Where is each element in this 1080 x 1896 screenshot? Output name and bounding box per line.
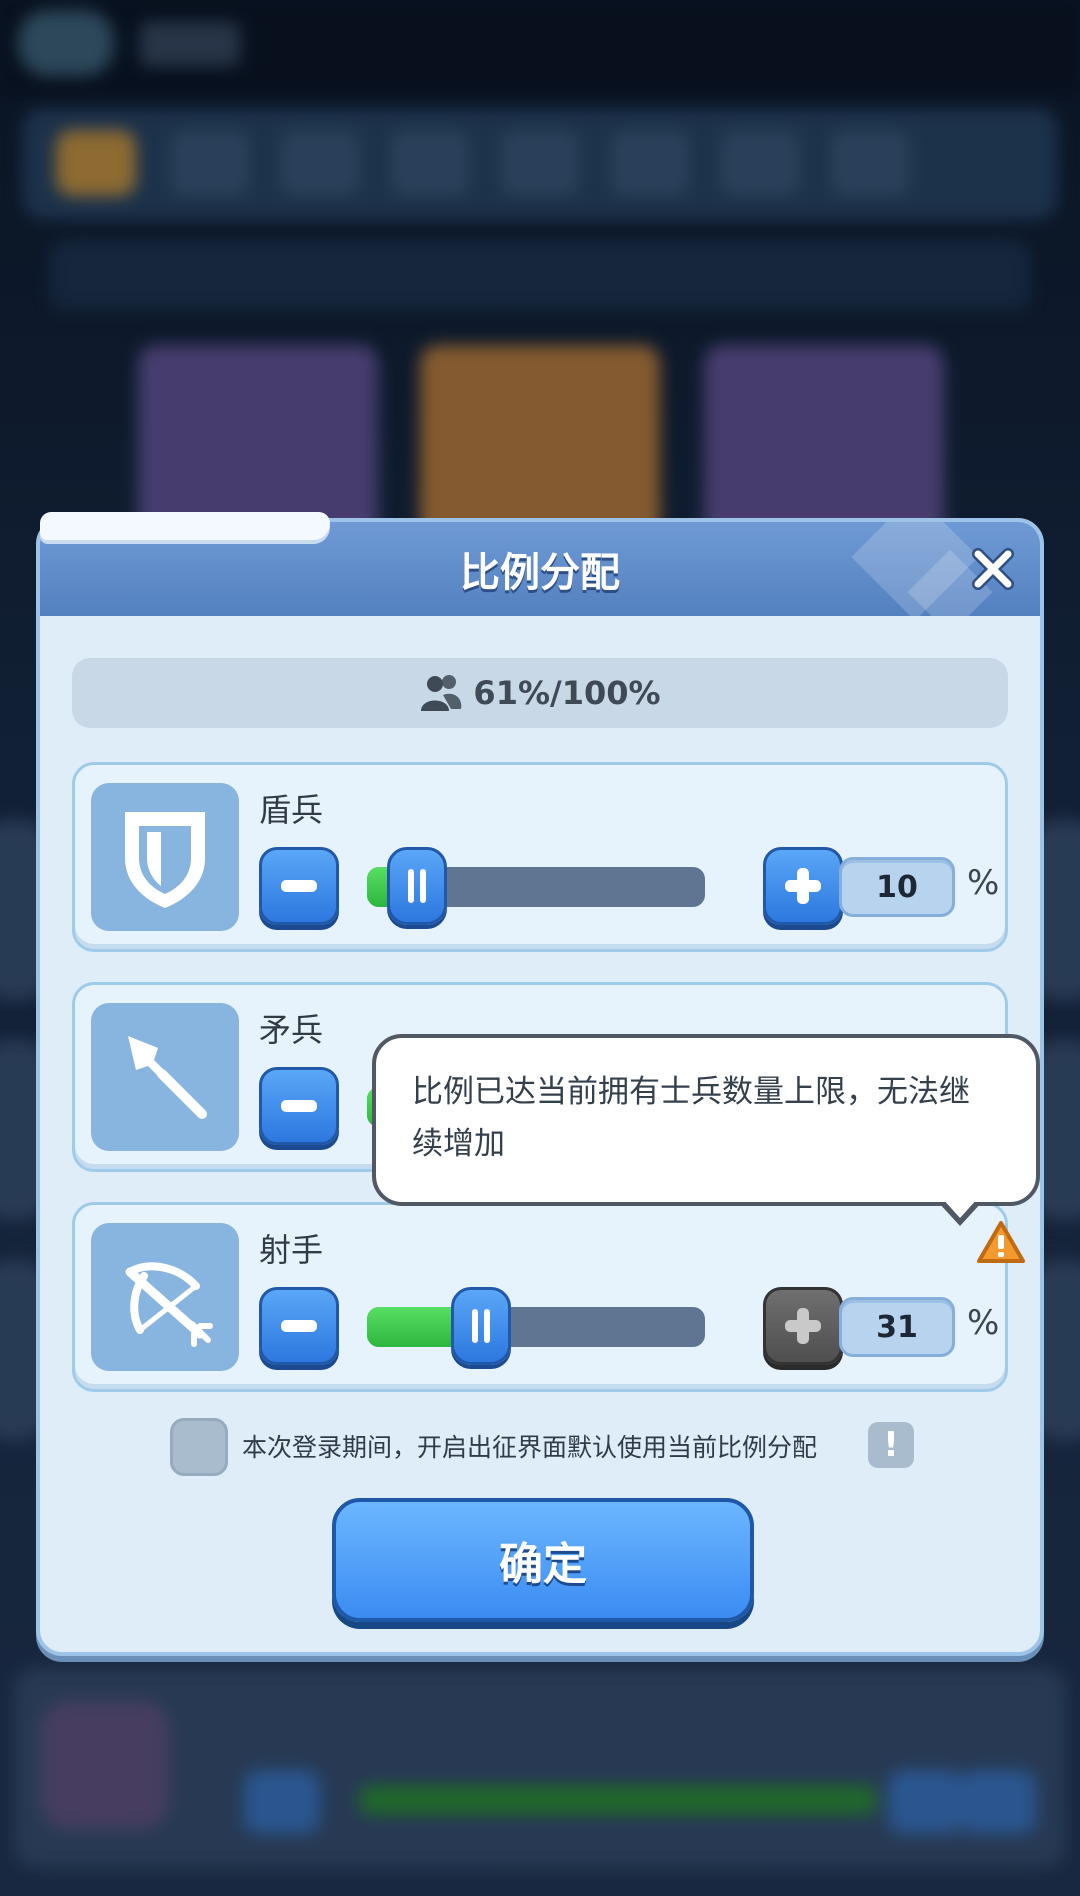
unit-name: 盾兵 [259,791,324,829]
checkbox-label: 本次登录期间，开启出征界面默认使用当前比例分配 [242,1433,818,1462]
minus-icon [281,1100,317,1112]
increase-button-disabled[interactable] [763,1287,843,1365]
close-icon [972,548,1014,590]
minus-icon [281,1320,317,1332]
slider-handle[interactable] [387,847,447,925]
plus-icon [785,868,821,904]
people-icon [421,675,462,711]
ratio-value-input[interactable]: 10 [839,857,955,917]
shield-icon [125,812,205,908]
unit-icon-box [91,1223,239,1371]
percent-sign: % [967,863,1000,903]
decrease-button[interactable] [259,847,339,925]
crossbow-icon [125,1262,213,1347]
spear-icon [128,1036,207,1119]
unit-name: 射手 [259,1231,324,1269]
capacity-bar: 61%/100% [72,658,1008,728]
decrease-button[interactable] [259,1067,339,1145]
unit-row-shield: 盾兵 10 % [72,762,1008,952]
confirm-button[interactable]: 确定 [332,1498,754,1622]
dialog-title: 比例分配 [460,550,620,596]
snow-decoration [40,512,330,540]
unit-name: 矛兵 [259,1011,324,1049]
slider-handle[interactable] [451,1287,511,1365]
minus-icon [281,880,317,892]
percent-sign: % [967,1303,1000,1343]
unit-row-archer: 射手 31 % [72,1202,1025,1392]
warning-icon[interactable] [975,1219,1027,1265]
tooltip-tail-inner [942,1198,978,1218]
ratio-slider[interactable] [367,847,705,925]
unit-icon-box [91,1003,239,1151]
close-button[interactable] [968,544,1018,594]
info-button[interactable]: ! [868,1422,914,1468]
increase-button[interactable] [763,847,843,925]
capacity-text: 61%/100% [473,674,661,712]
limit-tooltip: 比例已达当前拥有士兵数量上限，无法继续增加 [372,1034,1040,1206]
unit-icon-box [91,783,239,931]
default-ratio-checkbox[interactable] [170,1418,228,1476]
ratio-value-input[interactable]: 31 [839,1297,955,1357]
plus-icon [785,1308,821,1344]
ratio-slider[interactable] [367,1287,705,1365]
decrease-button[interactable] [259,1287,339,1365]
